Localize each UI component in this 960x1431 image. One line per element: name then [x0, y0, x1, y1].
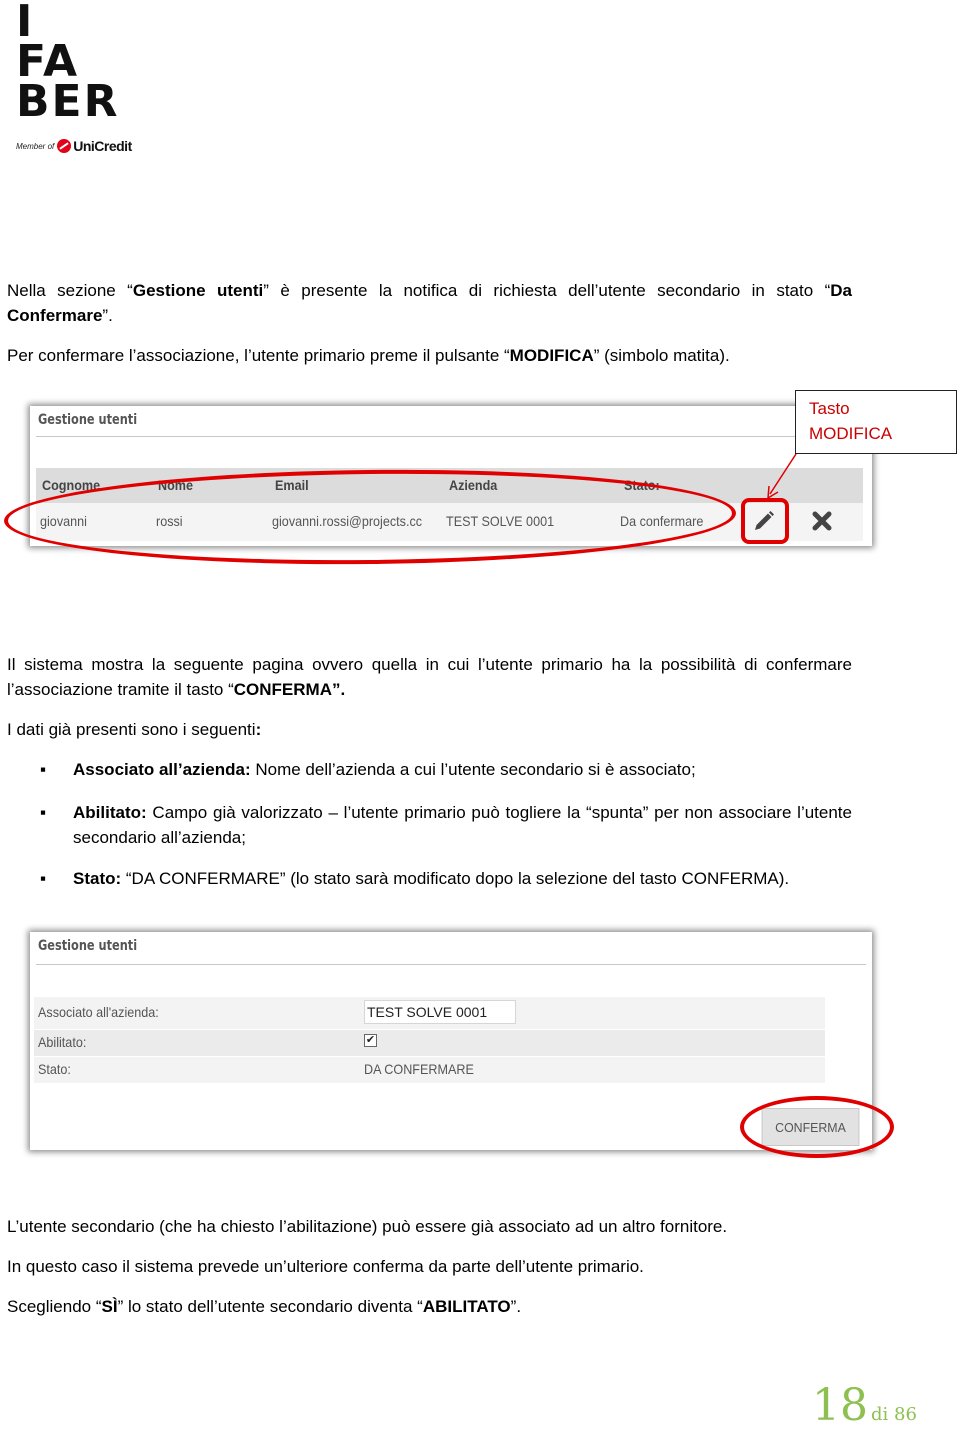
list-item: Stato: “DA CONFERMARE” (lo stato sarà mo…: [73, 869, 790, 888]
callout-arrow: [767, 453, 797, 499]
list-item: Associato all’azienda: Nome dell’azienda…: [73, 760, 696, 779]
form-row-stato: Stato: DA CONFERMARE: [34, 1057, 825, 1083]
bullet-marker: ▪: [40, 803, 47, 822]
intro-paragraph-1: Nella sezione “Gestione utenti” è presen…: [7, 281, 852, 325]
member-of-unicredit: Member of UniCredit: [16, 138, 132, 154]
panel-title: Gestione utenti: [38, 938, 138, 954]
list-item: Abilitato: Campo già valorizzato – l’ute…: [73, 803, 852, 847]
azienda-input[interactable]: [364, 1000, 516, 1024]
delete-x-icon: [812, 511, 832, 531]
panel-title: Gestione utenti: [38, 412, 138, 428]
label-abilitato: Abilitato:: [38, 1034, 87, 1050]
logo-wordmark: I FA BER: [16, 0, 120, 127]
middle-paragraph-1: Il sistema mostra la seguente pagina ovv…: [7, 655, 852, 699]
ifaber-logo: I FA BER Member of UniCredit: [16, 0, 136, 154]
divider: [36, 964, 866, 965]
form-row-abilitato: Abilitato: ✔: [34, 1030, 825, 1056]
total-pages: di 86: [871, 1404, 917, 1425]
highlight-box-edit: [741, 498, 789, 544]
intro-paragraph-2: Per confermare l’associazione, l’utente …: [7, 346, 730, 365]
page-number: 18 di 86: [812, 1380, 917, 1431]
closing-paragraph-1: L’utente secondario (che ha chiesto l’ab…: [7, 1217, 728, 1236]
stato-value: DA CONFERMARE: [364, 1061, 474, 1077]
form-row-azienda: Associato all'azienda:: [34, 997, 825, 1029]
delete-button[interactable]: [808, 507, 836, 535]
middle-paragraph-2: I dati già presenti sono i seguenti:: [7, 720, 262, 739]
current-page: 18: [812, 1380, 868, 1431]
callout-tasto-modifica: Tasto MODIFICA: [795, 390, 957, 454]
closing-paragraph-2: In questo caso il sistema prevede un’ult…: [7, 1257, 644, 1276]
unicredit-logo-icon: [57, 139, 72, 153]
bullet-marker: ▪: [40, 869, 47, 888]
label-associato-azienda: Associato all'azienda:: [38, 1004, 159, 1020]
bullet-marker: ▪: [40, 760, 47, 779]
divider: [36, 436, 866, 437]
label-stato: Stato:: [38, 1061, 71, 1077]
closing-paragraph-3: Scegliendo “SÌ” lo stato dell’utente sec…: [7, 1297, 522, 1316]
highlight-ellipse-conferma: [740, 1096, 894, 1158]
abilitato-checkbox[interactable]: ✔: [364, 1034, 377, 1047]
